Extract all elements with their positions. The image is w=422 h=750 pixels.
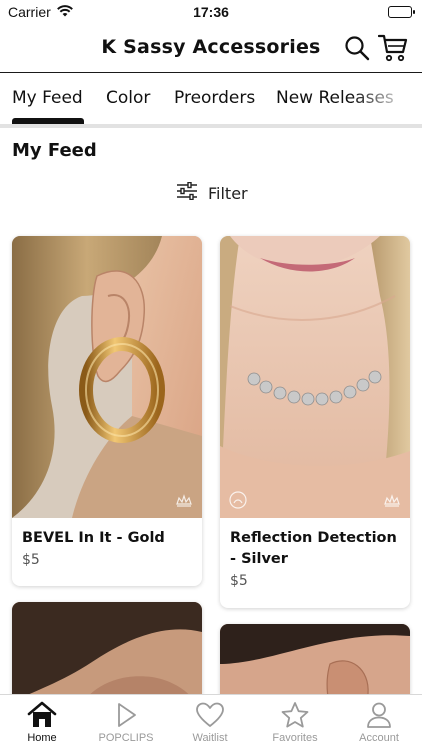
product-price: $5	[22, 552, 40, 568]
product-card[interactable]: Reflection Detection - Silver $5	[220, 236, 410, 608]
star-icon	[281, 702, 309, 728]
nav-account[interactable]: Account	[337, 699, 421, 749]
product-image	[12, 236, 202, 518]
header-divider	[0, 72, 422, 73]
bottom-navigation: Home POPCLIPS Waitlist Favorites Account	[0, 694, 422, 750]
filter-label: Filter	[208, 183, 248, 203]
tab-color[interactable]: Color	[106, 88, 150, 108]
cart-icon[interactable]	[377, 34, 408, 62]
nav-favorites[interactable]: Favorites	[253, 699, 337, 749]
product-price: $5	[230, 573, 248, 589]
product-name: BEVEL In It - Gold	[22, 530, 165, 546]
brand-badge-icon	[174, 490, 194, 510]
tab-preorders[interactable]: Preorders	[174, 88, 255, 108]
tab-my-feed[interactable]: My Feed	[12, 88, 83, 108]
nav-waitlist[interactable]: Waitlist	[168, 699, 252, 749]
status-bar: Carrier 17:36	[0, 0, 422, 26]
brand-badge-icon	[382, 490, 402, 510]
search-icon[interactable]	[344, 35, 370, 61]
nav-popclips[interactable]: POPCLIPS	[84, 699, 168, 749]
product-card[interactable]: BEVEL In It - Gold $5	[12, 236, 202, 586]
app-header: K Sassy Accessories	[0, 26, 422, 72]
account-icon	[367, 702, 391, 728]
product-image	[220, 236, 410, 518]
tab-track	[0, 124, 422, 128]
sliders-icon	[176, 181, 198, 204]
nav-label: Waitlist	[192, 732, 228, 744]
nav-label: Home	[27, 732, 57, 744]
nav-home[interactable]: Home	[0, 699, 84, 749]
filter-button[interactable]: Filter	[176, 180, 248, 206]
nav-label: POPCLIPS	[98, 732, 154, 744]
status-time: 17:36	[193, 4, 229, 20]
battery-icon	[388, 6, 415, 18]
nav-label: Account	[359, 732, 399, 744]
home-icon	[27, 701, 57, 727]
category-tabs: My Feed Color Preorders New Releases	[0, 74, 422, 124]
heart-icon	[196, 702, 224, 727]
product-name: Reflection Detection - Silver	[230, 530, 397, 567]
tabs-fade	[352, 74, 422, 124]
logo-badge-icon	[228, 490, 248, 510]
section-title: My Feed	[12, 140, 97, 161]
play-icon	[118, 703, 136, 727]
nav-label: Favorites	[272, 732, 318, 744]
